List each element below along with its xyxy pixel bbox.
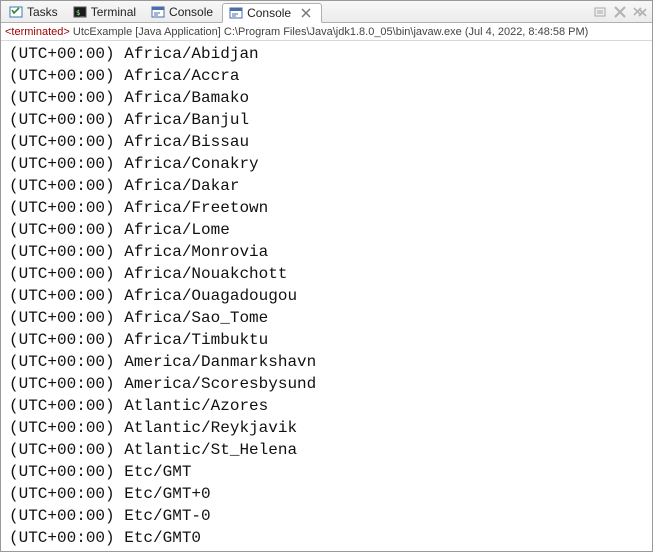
tab-label: Tasks — [27, 5, 58, 19]
pin-console-icon[interactable] — [592, 4, 608, 20]
tab-label: Terminal — [91, 5, 136, 19]
remove-all-icon[interactable] — [632, 4, 648, 20]
tab-console[interactable]: Console — [145, 2, 221, 22]
tasks-icon — [9, 5, 23, 19]
tab-label: Console — [169, 5, 213, 19]
tab-terminal[interactable]: $_ Terminal — [67, 2, 144, 22]
remove-launch-icon[interactable] — [612, 4, 628, 20]
console-icon — [151, 5, 165, 19]
terminal-icon: $_ — [73, 5, 87, 19]
launch-name: UtcExample [Java Application] — [73, 26, 221, 38]
view-tabs-bar: Tasks $_ Terminal Console Console — [1, 1, 652, 23]
console-status-line: <terminated> UtcExample [Java Applicatio… — [1, 23, 652, 41]
java-path: C:\Program Files\Java\jdk1.8.0_05\bin\ja… — [224, 26, 462, 38]
tab-tasks[interactable]: Tasks — [3, 2, 66, 22]
close-icon[interactable] — [299, 6, 313, 20]
console-icon — [229, 6, 243, 20]
console-output[interactable]: (UTC+00:00) Africa/Abidjan (UTC+00:00) A… — [1, 41, 652, 551]
tab-label: Console — [247, 6, 291, 20]
launch-time: (Jul 4, 2022, 8:48:58 PM) — [465, 26, 589, 38]
tab-console-active[interactable]: Console — [222, 3, 322, 23]
svg-text:$_: $_ — [76, 9, 85, 17]
terminated-tag: <terminated> — [5, 26, 70, 38]
